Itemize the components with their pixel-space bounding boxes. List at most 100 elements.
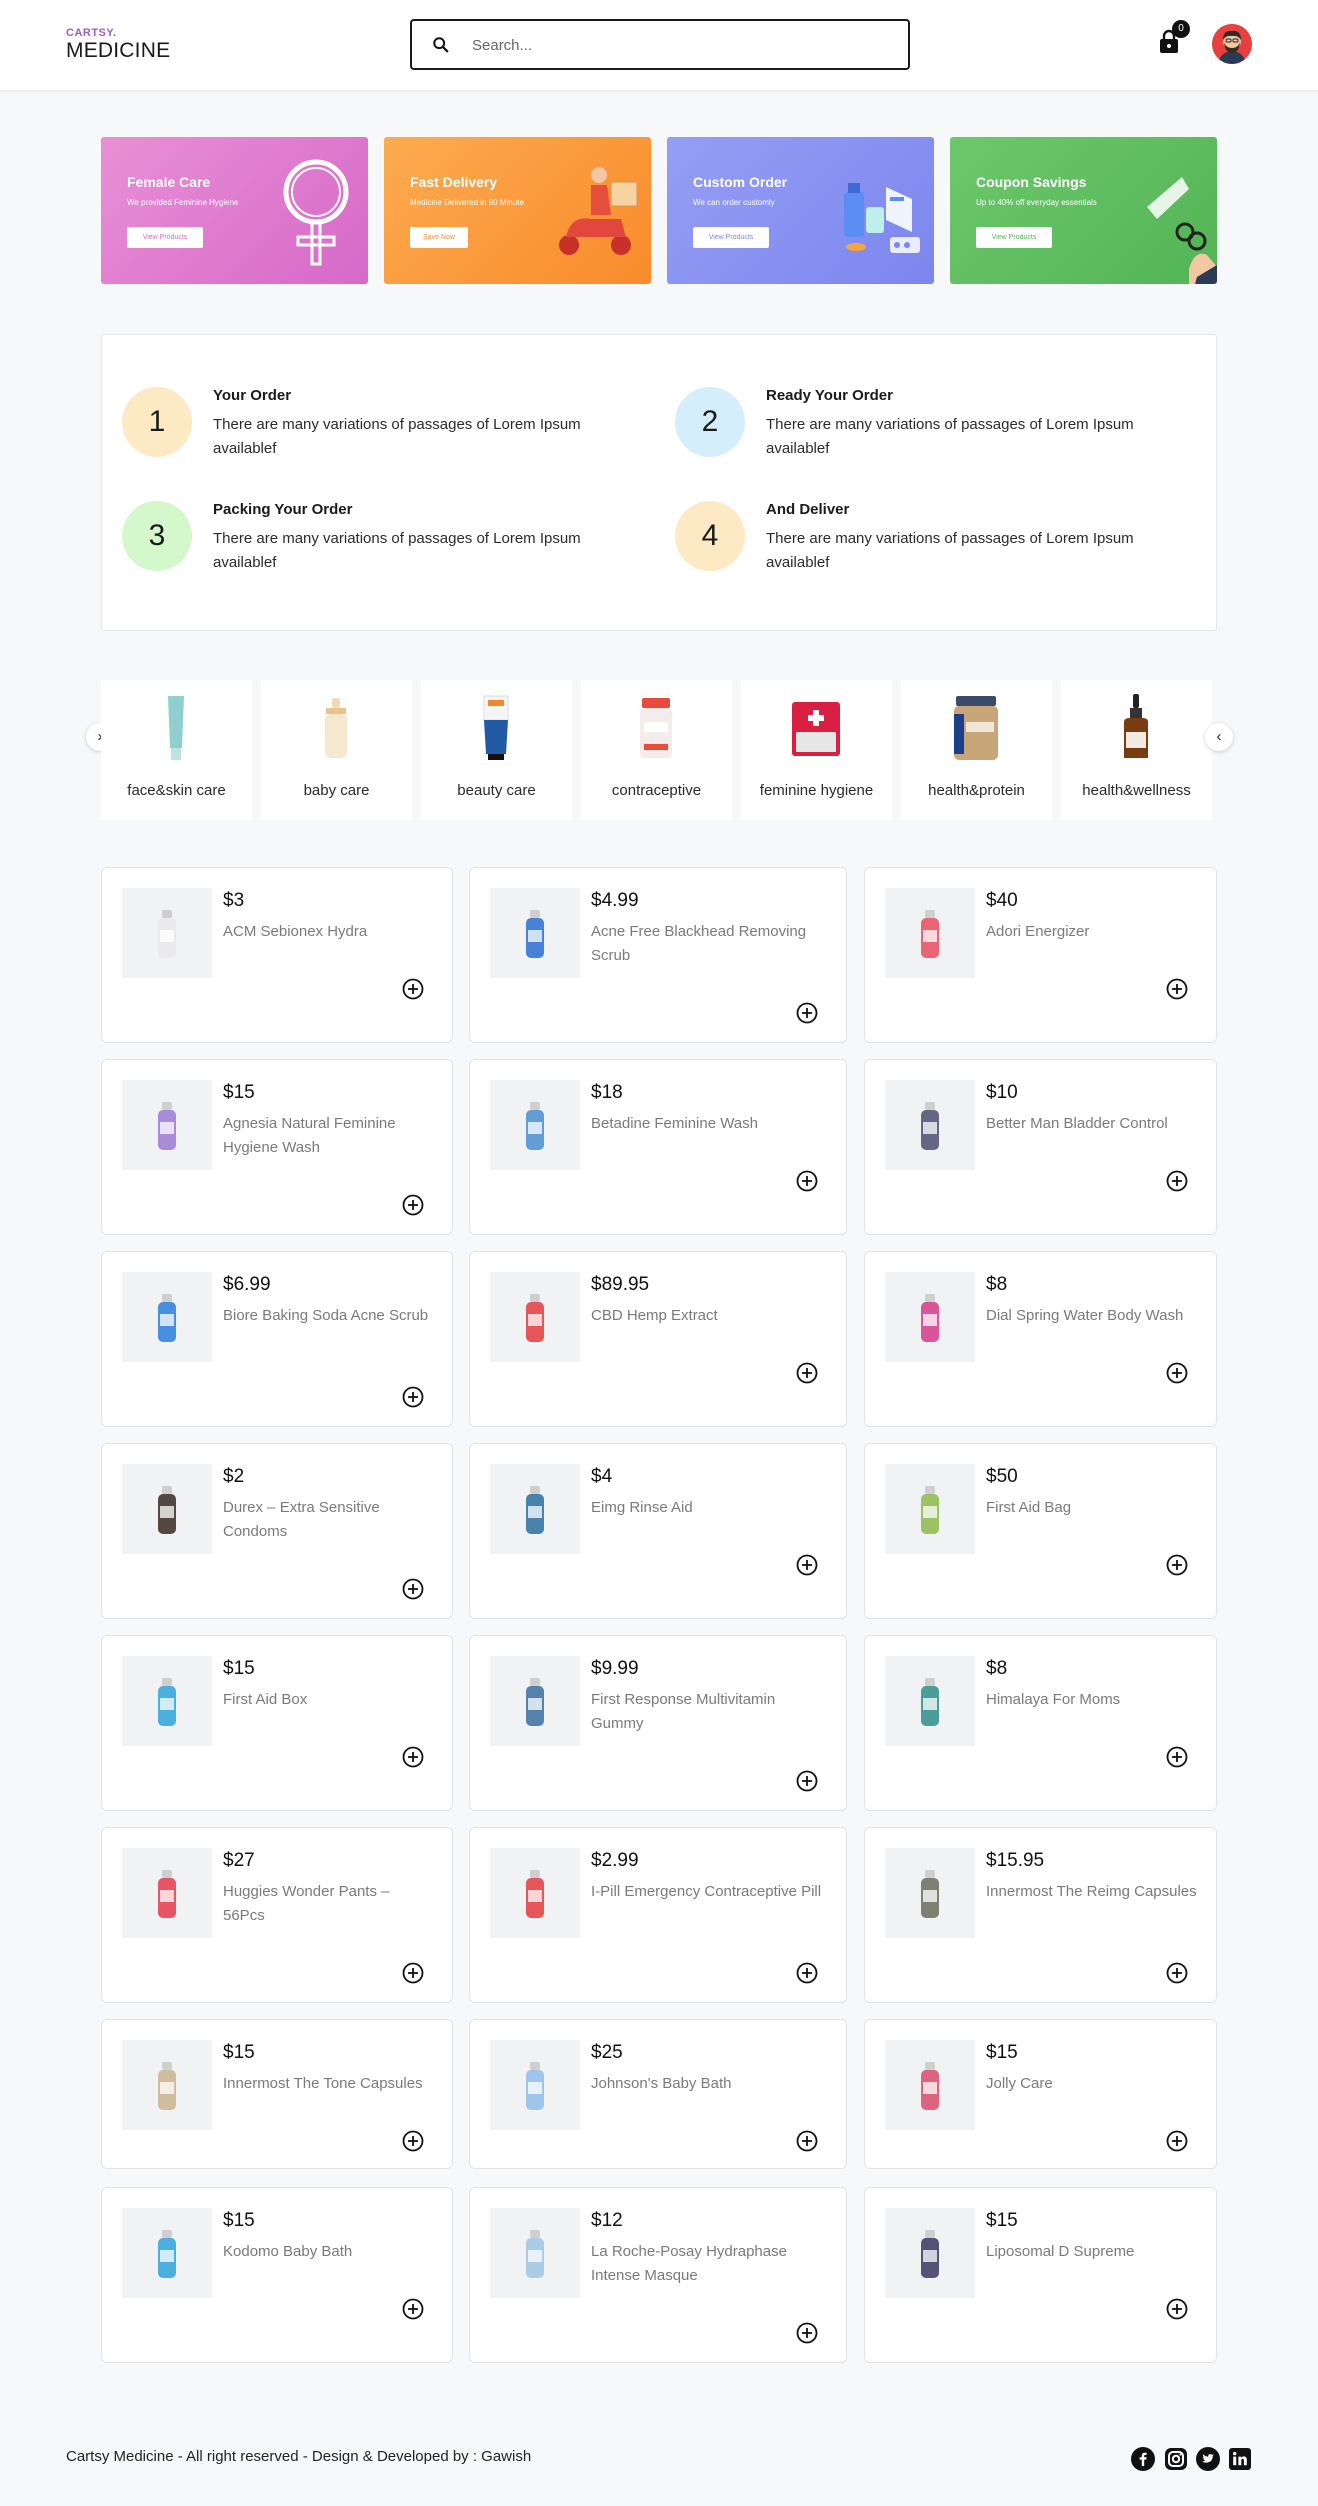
product-name[interactable]: I-Pill Emergency Contraceptive Pill <box>591 1880 829 1904</box>
category-next-arrow[interactable]: ‹ <box>1205 723 1233 751</box>
product-card[interactable]: $15 Kodomo Baby Bath <box>101 2187 453 2363</box>
product-name[interactable]: First Response Multivitamin Gummy <box>591 1688 829 1736</box>
product-name[interactable]: Biore Baking Soda Acne Scrub <box>223 1304 435 1328</box>
product-name[interactable]: Innermost The Reimg Capsules <box>986 1880 1199 1904</box>
add-to-cart-icon[interactable] <box>1166 2298 1188 2320</box>
product-card[interactable]: $4.99 Acne Free Blackhead Removing Scrub <box>469 867 847 1043</box>
add-to-cart-icon[interactable] <box>1166 1962 1188 1984</box>
add-to-cart-icon[interactable] <box>402 1578 424 1600</box>
avatar[interactable] <box>1212 24 1252 64</box>
product-image[interactable] <box>490 1272 580 1362</box>
product-image[interactable] <box>490 888 580 978</box>
category-feminine-hygiene[interactable]: feminine hygiene <box>741 680 892 820</box>
product-name[interactable]: Better Man Bladder Control <box>986 1112 1199 1136</box>
product-name[interactable]: Innermost The Tone Capsules <box>223 2072 435 2096</box>
add-to-cart-icon[interactable] <box>1166 2130 1188 2152</box>
banner-fast-delivery[interactable]: Fast Delivery Medicine Delivered in 90 M… <box>384 137 651 284</box>
product-image[interactable] <box>122 1080 212 1170</box>
add-to-cart-icon[interactable] <box>796 1962 818 1984</box>
product-image[interactable] <box>122 1272 212 1362</box>
banner-custom-order[interactable]: Custom Order We can order customly View … <box>667 137 934 284</box>
product-card[interactable]: $12 La Roche-Posay Hydraphase Intense Mas… <box>469 2187 847 2363</box>
add-to-cart-icon[interactable] <box>1166 978 1188 1000</box>
add-to-cart-icon[interactable] <box>796 1770 818 1792</box>
product-name[interactable]: Acne Free Blackhead Removing Scrub <box>591 920 829 968</box>
product-card[interactable]: $2.99 I-Pill Emergency Contraceptive Pill <box>469 1827 847 2003</box>
product-image[interactable] <box>490 1848 580 1938</box>
add-to-cart-icon[interactable] <box>1166 1746 1188 1768</box>
view-products-button[interactable]: View Products <box>976 227 1052 248</box>
add-to-cart-icon[interactable] <box>1166 1170 1188 1192</box>
product-image[interactable] <box>122 1464 212 1554</box>
product-name[interactable]: Himalaya For Moms <box>986 1688 1199 1712</box>
product-card[interactable]: $40 Adori Energizer <box>864 867 1217 1043</box>
product-card[interactable]: $8 Dial Spring Water Body Wash <box>864 1251 1217 1427</box>
product-card[interactable]: $15 Innermost The Tone Capsules <box>101 2019 453 2169</box>
logo[interactable]: CARTSY. MEDICINE <box>66 27 170 63</box>
add-to-cart-icon[interactable] <box>796 1170 818 1192</box>
product-name[interactable]: Eimg Rinse Aid <box>591 1496 829 1520</box>
product-name[interactable]: La Roche-Posay Hydraphase Intense Masque <box>591 2240 829 2288</box>
add-to-cart-icon[interactable] <box>796 1554 818 1576</box>
twitter-icon[interactable] <box>1196 2447 1220 2471</box>
product-image[interactable] <box>885 2040 975 2130</box>
product-image[interactable] <box>122 2040 212 2130</box>
add-to-cart-icon[interactable] <box>796 1002 818 1024</box>
product-name[interactable]: Betadine Feminine Wash <box>591 1112 829 1136</box>
product-card[interactable]: $25 Johnson's Baby Bath <box>469 2019 847 2169</box>
product-card[interactable]: $15.95 Innermost The Reimg Capsules <box>864 1827 1217 2003</box>
product-card[interactable]: $18 Betadine Feminine Wash <box>469 1059 847 1235</box>
category-health-protein[interactable]: health&protein <box>901 680 1052 820</box>
product-card[interactable]: $9.99 First Response Multivitamin Gummy <box>469 1635 847 1811</box>
add-to-cart-icon[interactable] <box>402 1746 424 1768</box>
instagram-icon[interactable] <box>1164 2447 1188 2471</box>
product-image[interactable] <box>490 1656 580 1746</box>
product-image[interactable] <box>885 1464 975 1554</box>
product-card[interactable]: $3 ACM Sebionex Hydra <box>101 867 453 1043</box>
add-to-cart-icon[interactable] <box>402 978 424 1000</box>
product-image[interactable] <box>122 888 212 978</box>
product-name[interactable]: Agnesia Natural Feminine Hygiene Wash <box>223 1112 435 1160</box>
facebook-icon[interactable] <box>1131 2447 1155 2471</box>
product-name[interactable]: Adori Energizer <box>986 920 1199 944</box>
product-image[interactable] <box>885 888 975 978</box>
view-products-button[interactable]: View Products <box>127 227 203 248</box>
product-name[interactable]: Dial Spring Water Body Wash <box>986 1304 1199 1328</box>
view-products-button[interactable]: View Products <box>693 227 769 248</box>
product-image[interactable] <box>122 1656 212 1746</box>
product-image[interactable] <box>885 1656 975 1746</box>
add-to-cart-icon[interactable] <box>402 2130 424 2152</box>
add-to-cart-icon[interactable] <box>1166 1362 1188 1384</box>
product-card[interactable]: $8 Himalaya For Moms <box>864 1635 1217 1811</box>
banner-coupon-savings[interactable]: Coupon Savings Up to 40% off everyday es… <box>950 137 1217 284</box>
product-name[interactable]: ACM Sebionex Hydra <box>223 920 435 944</box>
product-name[interactable]: CBD Hemp Extract <box>591 1304 829 1328</box>
product-card[interactable]: $10 Better Man Bladder Control <box>864 1059 1217 1235</box>
product-card[interactable]: $15 Agnesia Natural Feminine Hygiene Wash <box>101 1059 453 1235</box>
category-face-skin-care[interactable]: face&skin care <box>101 680 252 820</box>
product-image[interactable] <box>885 1272 975 1362</box>
add-to-cart-icon[interactable] <box>402 1194 424 1216</box>
product-card[interactable]: $4 Eimg Rinse Aid <box>469 1443 847 1619</box>
add-to-cart-icon[interactable] <box>796 1362 818 1384</box>
product-card[interactable]: $2 Durex – Extra Sensitive Condoms <box>101 1443 453 1619</box>
linkedin-icon[interactable] <box>1228 2447 1252 2471</box>
product-name[interactable]: Johnson's Baby Bath <box>591 2072 829 2096</box>
add-to-cart-icon[interactable] <box>402 2298 424 2320</box>
add-to-cart-icon[interactable] <box>796 2130 818 2152</box>
category-contraceptive[interactable]: contraceptive <box>581 680 732 820</box>
product-name[interactable]: Liposomal D Supreme <box>986 2240 1199 2264</box>
product-name[interactable]: Kodomo Baby Bath <box>223 2240 435 2264</box>
category-beauty-care[interactable]: beauty care <box>421 680 572 820</box>
product-image[interactable] <box>885 2208 975 2298</box>
search-input[interactable] <box>472 31 892 59</box>
category-baby-care[interactable]: baby care <box>261 680 412 820</box>
add-to-cart-icon[interactable] <box>402 1962 424 1984</box>
product-card[interactable]: $15 Liposomal D Supreme <box>864 2187 1217 2363</box>
product-name[interactable]: Huggies Wonder Pants – 56Pcs <box>223 1880 435 1928</box>
add-to-cart-icon[interactable] <box>1166 1554 1188 1576</box>
product-image[interactable] <box>490 2040 580 2130</box>
product-image[interactable] <box>490 1464 580 1554</box>
product-name[interactable]: First Aid Box <box>223 1688 435 1712</box>
product-name[interactable]: Jolly Care <box>986 2072 1199 2096</box>
